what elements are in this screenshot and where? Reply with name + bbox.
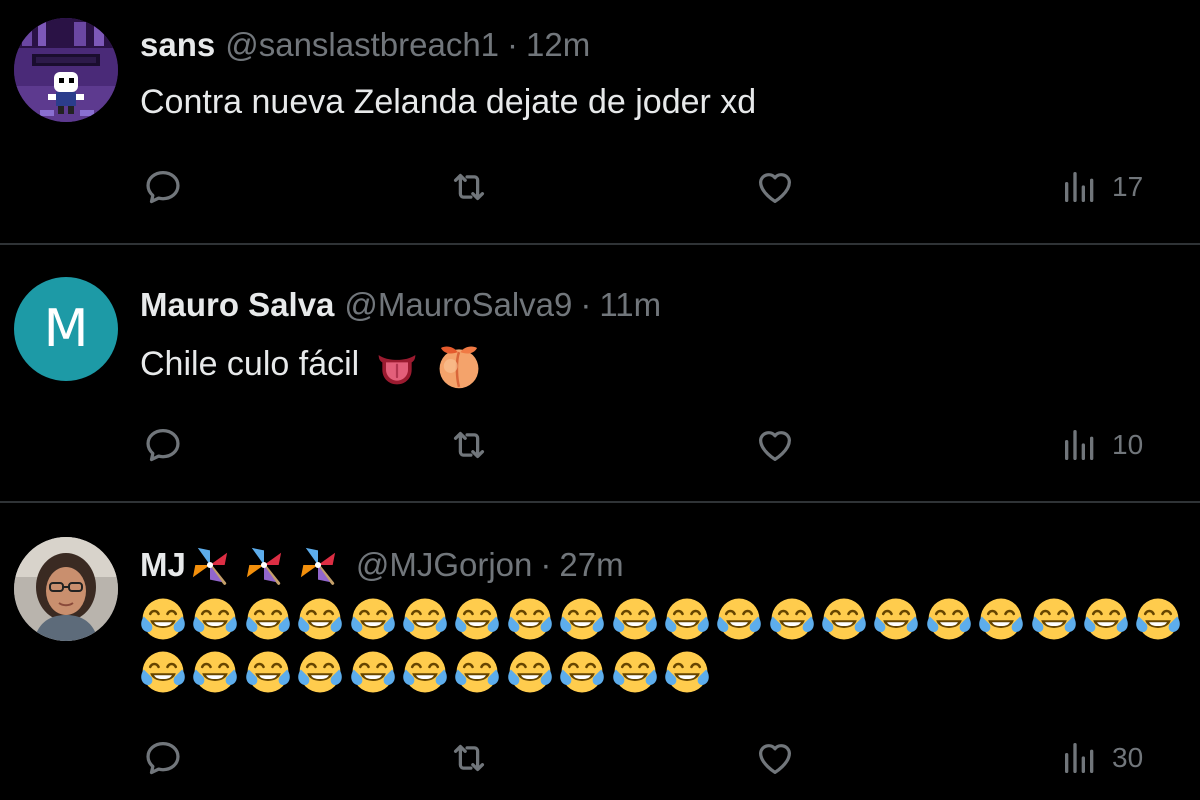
face-with-tears-of-joy-emoji-icon bbox=[350, 598, 395, 640]
face-with-tears-of-joy-emoji-icon bbox=[403, 598, 447, 640]
face-with-tears-of-joy-emoji-icon bbox=[560, 598, 604, 640]
tweet-actions: 30 bbox=[0, 733, 1200, 783]
face-with-tears-of-joy-emoji-icon bbox=[1084, 598, 1128, 640]
separator-dot: · bbox=[540, 546, 552, 583]
emoji-row bbox=[140, 649, 716, 695]
views-chart-icon bbox=[1065, 430, 1094, 460]
face-with-tears-of-joy-emoji-icon bbox=[927, 598, 971, 640]
avatar[interactable] bbox=[14, 537, 118, 641]
views-count: 17 bbox=[1112, 171, 1144, 202]
face-with-tears-of-joy-emoji-icon bbox=[245, 651, 290, 693]
separator-dot: · bbox=[507, 26, 519, 63]
views-chart-icon bbox=[1065, 172, 1094, 202]
face-with-tears-of-joy-emoji-icon bbox=[979, 598, 1024, 640]
face-with-tears-of-joy-emoji-icon bbox=[665, 598, 709, 640]
tweet[interactable]: MJ @MJGorjon · 27m 30 bbox=[0, 503, 1200, 800]
face-with-tears-of-joy-emoji-icon bbox=[717, 598, 762, 640]
retweet-button[interactable] bbox=[444, 420, 494, 470]
user-handle[interactable]: @sanslastbreach1 bbox=[225, 26, 499, 64]
peach-emoji-icon bbox=[439, 346, 479, 389]
timestamp[interactable]: 11m bbox=[599, 286, 661, 324]
face-with-tears-of-joy-emoji-icon bbox=[507, 598, 552, 640]
emoji-row bbox=[140, 596, 1188, 642]
face-with-tears-of-joy-emoji-icon bbox=[665, 651, 709, 693]
face-with-tears-of-joy-emoji-icon bbox=[507, 651, 552, 693]
user-handle[interactable]: @MauroSalva9 bbox=[344, 286, 572, 324]
views-button[interactable]: 17 bbox=[1060, 162, 1143, 212]
views-chart-icon bbox=[1065, 743, 1094, 773]
face-with-tears-of-joy-emoji-icon bbox=[1136, 598, 1181, 640]
heart-icon bbox=[758, 431, 792, 462]
face-with-tears-of-joy-emoji-icon bbox=[822, 598, 866, 640]
display-name[interactable]: sans bbox=[140, 26, 215, 64]
pinwheel-emoji-icon bbox=[192, 547, 227, 585]
tweet-header: sans @sanslastbreach1 · 12m bbox=[140, 26, 590, 64]
photo-avatar-icon bbox=[14, 537, 118, 641]
tongue-emoji-icon bbox=[378, 355, 416, 385]
tweet-actions: 17 bbox=[0, 162, 1200, 212]
reply-icon bbox=[146, 170, 180, 204]
display-name[interactable]: MJ bbox=[140, 546, 186, 584]
face-with-tears-of-joy-emoji-icon bbox=[298, 598, 342, 640]
timestamp[interactable]: 27m bbox=[559, 546, 623, 584]
display-name[interactable]: Mauro Salva bbox=[140, 286, 334, 324]
reply-feed: sans @sanslastbreach1 · 12m Contra nueva… bbox=[0, 0, 1200, 800]
name-emojis bbox=[188, 543, 350, 587]
face-with-tears-of-joy-emoji-icon bbox=[560, 651, 604, 693]
face-with-tears-of-joy-emoji-icon bbox=[455, 651, 500, 693]
pixel-skeleton-avatar-icon bbox=[14, 18, 118, 122]
views-button[interactable]: 30 bbox=[1060, 733, 1143, 783]
timestamp[interactable]: 12m bbox=[526, 26, 590, 64]
face-with-tears-of-joy-emoji-icon bbox=[141, 651, 185, 693]
like-button[interactable] bbox=[752, 420, 798, 470]
reply-icon bbox=[146, 741, 180, 775]
avatar[interactable]: M bbox=[14, 277, 118, 381]
like-button[interactable] bbox=[752, 162, 798, 212]
reply-icon bbox=[146, 428, 180, 462]
retweet-button[interactable] bbox=[444, 162, 494, 212]
face-with-tears-of-joy-emoji-icon bbox=[612, 598, 657, 640]
face-with-tears-of-joy-emoji-icon bbox=[769, 598, 814, 640]
avatar[interactable] bbox=[14, 18, 118, 122]
tweet-header: MJ @MJGorjon · 27m bbox=[140, 543, 624, 587]
pinwheel-emoji-icon bbox=[246, 547, 281, 585]
retweet-icon bbox=[453, 173, 485, 201]
face-with-tears-of-joy-emoji-icon bbox=[455, 598, 500, 640]
face-with-tears-of-joy-emoji-icon bbox=[403, 651, 447, 693]
tweet-text-container: Chile culo fácil bbox=[140, 341, 484, 391]
views-button[interactable]: 10 bbox=[1060, 420, 1143, 470]
face-with-tears-of-joy-emoji-icon bbox=[1031, 598, 1076, 640]
reply-button[interactable] bbox=[140, 733, 186, 783]
retweet-button[interactable] bbox=[444, 733, 494, 783]
tweet-header: Mauro Salva @MauroSalva9 · 11m bbox=[140, 286, 661, 324]
face-with-tears-of-joy-emoji-icon bbox=[298, 651, 342, 693]
face-with-tears-of-joy-emoji-icon bbox=[874, 598, 919, 640]
tweet-actions: 10 bbox=[0, 420, 1200, 470]
tweet-text: Contra nueva Zelanda dejate de joder xd bbox=[140, 83, 757, 121]
face-with-tears-of-joy-emoji-icon bbox=[245, 598, 290, 640]
tweet[interactable]: M Mauro Salva @MauroSalva9 · 11m Chile c… bbox=[0, 245, 1200, 501]
face-with-tears-of-joy-emoji-icon bbox=[193, 598, 238, 640]
user-handle[interactable]: @MJGorjon bbox=[356, 546, 533, 584]
separator-dot: · bbox=[580, 286, 592, 323]
reply-button[interactable] bbox=[140, 162, 186, 212]
face-with-tears-of-joy-emoji-icon bbox=[141, 598, 185, 640]
face-with-tears-of-joy-emoji-icon bbox=[193, 651, 238, 693]
reply-button[interactable] bbox=[140, 420, 186, 470]
heart-icon bbox=[758, 173, 792, 204]
views-count: 30 bbox=[1112, 742, 1144, 773]
heart-icon bbox=[758, 744, 792, 775]
avatar-letter: M bbox=[43, 299, 89, 359]
like-button[interactable] bbox=[752, 733, 798, 783]
face-with-tears-of-joy-emoji-icon bbox=[612, 651, 657, 693]
tweet-text: Chile culo fácil bbox=[140, 344, 360, 383]
retweet-icon bbox=[453, 744, 485, 772]
tweet[interactable]: sans @sanslastbreach1 · 12m Contra nueva… bbox=[0, 0, 1200, 243]
retweet-icon bbox=[453, 431, 485, 459]
views-count: 10 bbox=[1112, 429, 1144, 460]
pinwheel-emoji-icon bbox=[300, 547, 335, 585]
face-with-tears-of-joy-emoji-icon bbox=[350, 651, 395, 693]
